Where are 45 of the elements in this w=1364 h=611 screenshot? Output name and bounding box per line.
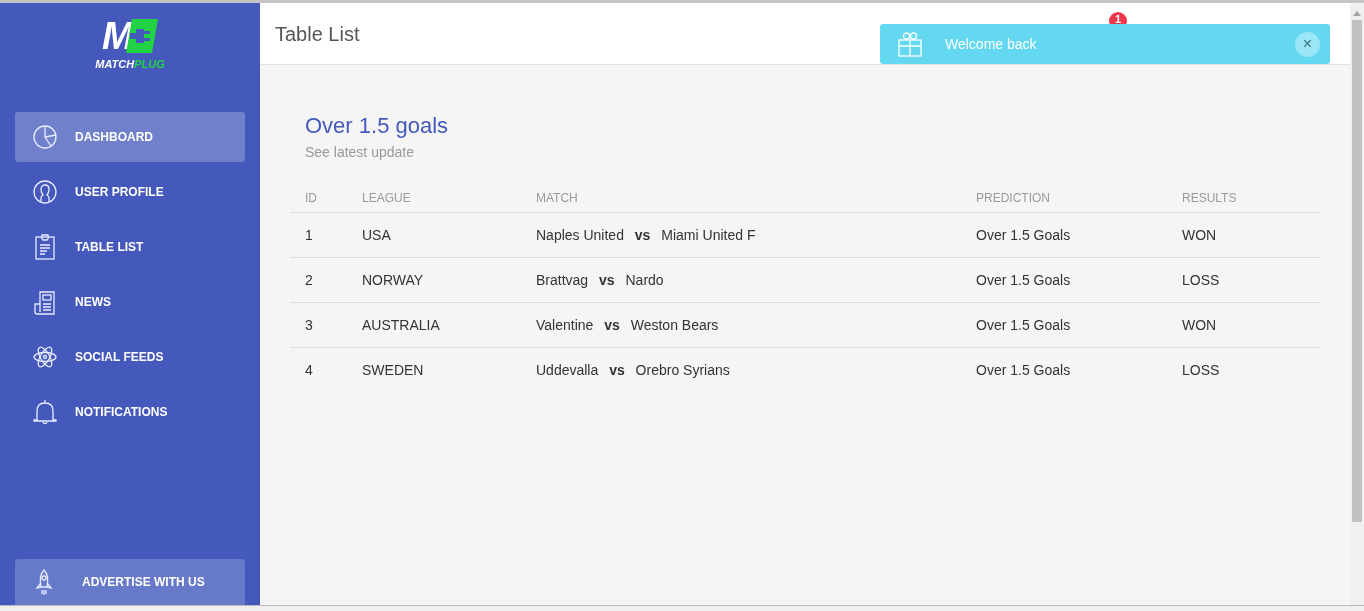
gift-icon [897,31,923,57]
nav-item[interactable]: TABLE LIST [15,222,245,272]
nav-item[interactable]: NOTIFICATIONS [15,387,245,437]
advertise-button[interactable]: ADVERTISE WITH US [15,559,245,605]
table-cell-text: LOSS [1182,361,1221,380]
column-header: PREDICTION [976,189,1051,207]
column-header: RESULTS [1182,189,1238,207]
user-icon [31,178,59,206]
column-header: LEAGUE [362,189,412,207]
page-title: Table List [275,21,360,47]
column-header: MATCH [536,189,579,207]
bell-icon [31,398,59,426]
scroll-up-icon [1353,11,1361,16]
table-cell-text: WON [1182,315,1218,335]
nav-item[interactable]: DASHBOARD [15,112,245,162]
close-button[interactable]: × [1295,31,1320,57]
chart-pie-icon [31,123,59,151]
logo-word: PLUG [134,57,165,71]
logo-word: MATCH [95,57,135,71]
toast-message: Welcome back [945,34,1037,54]
table-cell-text: Over 1.5 Goals [976,225,1072,245]
table-cell-text: 2 [305,270,314,290]
table-cell-text: USA [362,225,392,245]
table-cell-text: Over 1.5 Goals [976,315,1072,335]
table-cell-text: WON [1182,225,1218,245]
card-subtitle: See latest update [305,143,415,162]
table-cell-text: 1 [305,225,314,245]
table-cell-text: AUSTRALIA [362,315,441,335]
column-header: ID [305,189,318,207]
table-cell-text: Valentine vs Weston Bears [536,315,720,335]
table-cell-text: Over 1.5 Goals [976,361,1072,380]
table-cell-text: 3 [305,315,314,335]
nav-item[interactable]: USER PROFILE [15,167,245,217]
table-cell-text: Brattvag vs Nardo [536,270,665,290]
table-cell-text: Over 1.5 Goals [976,270,1072,290]
card-title: Over 1.5 goals [305,112,450,140]
table-cell-text: Uddevalla vs Orebro Syrians [536,361,731,380]
table-cell-text: Naples United vs Miami United F [536,225,757,245]
table-cell-text: SWEDEN [362,361,425,380]
nav-item[interactable]: SOCIAL FEEDS [15,332,245,382]
scroll-thumb[interactable] [1352,20,1362,522]
table-cell-text: 4 [305,361,314,380]
table-cell-text: NORWAY [362,270,425,290]
table-cell-text: LOSS [1182,270,1221,290]
nav-item[interactable]: NEWS [15,277,245,327]
